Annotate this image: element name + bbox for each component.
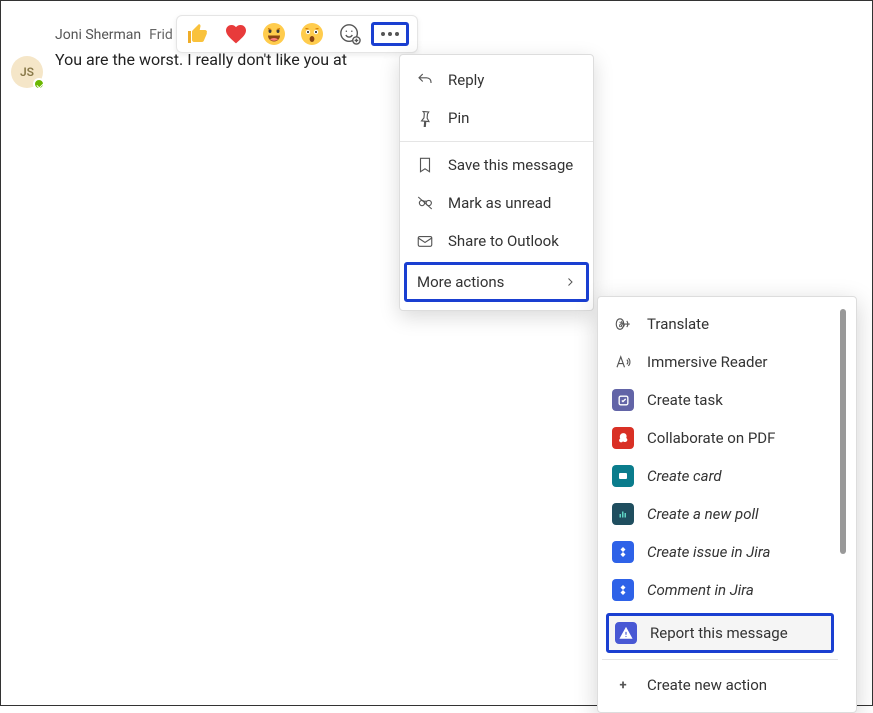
submenu-immersive-label: Immersive Reader	[647, 353, 828, 371]
menu-more-actions-label: More actions	[417, 273, 550, 291]
submenu-immersive[interactable]: Immersive Reader	[602, 343, 838, 381]
reaction-heart[interactable]	[223, 21, 249, 47]
submenu-translate-label: Translate	[647, 315, 828, 333]
menu-unread-label: Mark as unread	[448, 194, 577, 212]
menu-share[interactable]: Share to Outlook	[400, 222, 593, 260]
avatar-initials: JS	[20, 65, 34, 79]
submenu-comment-jira-label: Comment in Jira	[647, 581, 828, 599]
submenu-create-card-label: Create card	[647, 467, 828, 485]
submenu-create-poll[interactable]: Create a new poll	[602, 495, 838, 533]
submenu-report-label: Report this message	[650, 624, 825, 642]
reaction-bar	[176, 15, 418, 53]
jira-app-icon	[612, 579, 634, 601]
submenu-create-task-label: Create task	[647, 391, 828, 409]
menu-more-actions[interactable]: More actions	[404, 262, 589, 302]
mail-icon	[416, 232, 434, 250]
submenu-create-jira-label: Create issue in Jira	[647, 543, 828, 561]
plus-icon: +	[612, 674, 634, 696]
immersive-reader-icon	[612, 351, 634, 373]
card-app-icon	[612, 465, 634, 487]
unread-icon	[416, 194, 434, 212]
menu-pin[interactable]: Pin	[400, 99, 593, 137]
sender-name: Joni Sherman	[55, 27, 141, 43]
submenu-divider	[602, 659, 838, 660]
poll-app-icon	[612, 503, 634, 525]
submenu-translate[interactable]: あ Translate	[602, 305, 838, 343]
submenu-collaborate-pdf-label: Collaborate on PDF	[647, 429, 828, 447]
chevron-right-icon	[564, 276, 576, 288]
tasks-app-icon	[612, 389, 634, 411]
context-menu: Reply Pin Save this message Mark as unre…	[399, 54, 594, 311]
submenu-report[interactable]: Report this message	[606, 613, 834, 653]
more-actions-submenu: あ Translate Immersive Reader Create task…	[597, 296, 857, 713]
submenu-comment-jira[interactable]: Comment in Jira	[602, 571, 838, 609]
menu-divider	[400, 141, 593, 142]
submenu-collaborate-pdf[interactable]: Collaborate on PDF	[602, 419, 838, 457]
menu-save-label: Save this message	[448, 156, 577, 174]
reaction-thumbs-up[interactable]	[185, 21, 211, 47]
submenu-create-task[interactable]: Create task	[602, 381, 838, 419]
menu-unread[interactable]: Mark as unread	[400, 184, 593, 222]
menu-reply-label: Reply	[448, 71, 577, 89]
submenu-create-card[interactable]: Create card	[602, 457, 838, 495]
add-reaction-icon[interactable]	[337, 21, 363, 47]
menu-save[interactable]: Save this message	[400, 146, 593, 184]
pdf-app-icon	[612, 427, 634, 449]
presence-indicator	[33, 78, 45, 90]
more-options-highlight	[371, 22, 409, 46]
timestamp: Frid	[149, 27, 173, 43]
submenu-create-jira[interactable]: Create issue in Jira	[602, 533, 838, 571]
avatar[interactable]: JS	[11, 56, 43, 88]
reply-icon	[416, 71, 434, 89]
pin-icon	[416, 109, 434, 127]
more-options-button[interactable]	[379, 26, 401, 42]
translate-icon: あ	[612, 313, 634, 335]
submenu-create-poll-label: Create a new poll	[647, 505, 828, 523]
jira-app-icon	[612, 541, 634, 563]
submenu-create-action-label: Create new action	[647, 676, 828, 694]
submenu-scrollbar[interactable]	[840, 309, 846, 554]
reaction-surprised[interactable]	[299, 21, 325, 47]
bookmark-icon	[416, 156, 434, 174]
reaction-laugh[interactable]	[261, 21, 287, 47]
menu-reply[interactable]: Reply	[400, 61, 593, 99]
menu-pin-label: Pin	[448, 109, 577, 127]
report-app-icon	[615, 622, 637, 644]
svg-text:あ: あ	[619, 319, 626, 328]
submenu-create-action[interactable]: + Create new action	[602, 666, 838, 704]
menu-share-label: Share to Outlook	[448, 232, 577, 250]
